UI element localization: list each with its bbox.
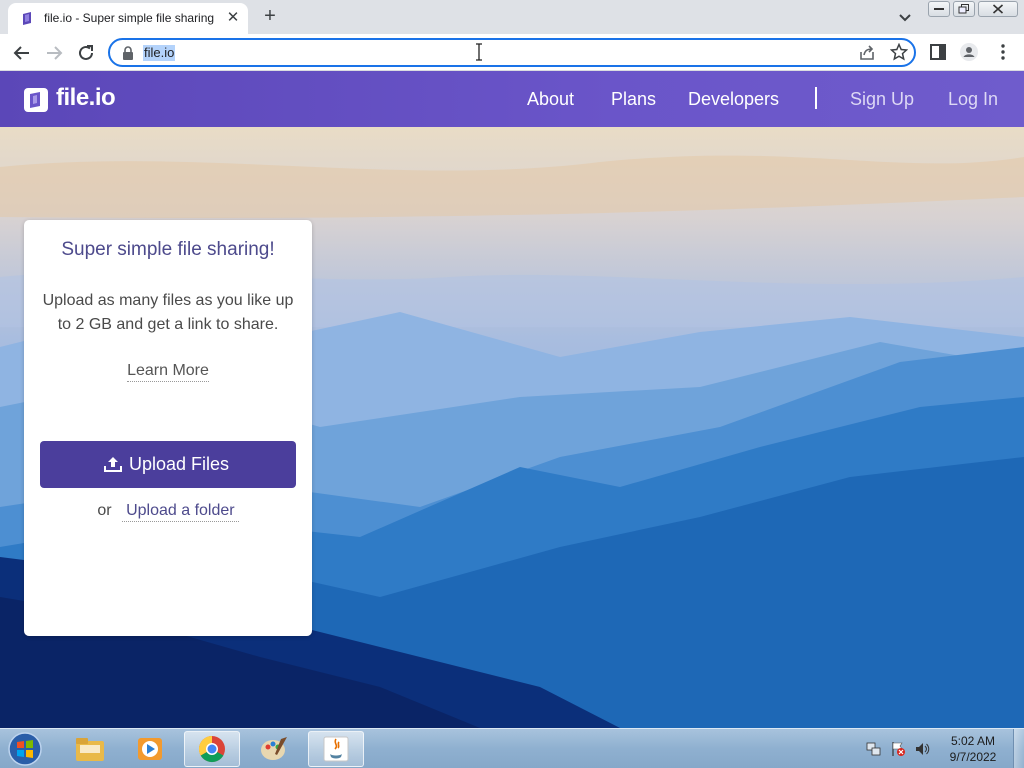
clock-time: 5:02 AM [950, 734, 996, 748]
taskbar-media-player[interactable] [122, 731, 178, 767]
url-text[interactable]: file.io [143, 45, 176, 61]
browser-tab-strip: file.io - Super simple file sharing ✕ + [0, 0, 1024, 34]
upload-folder-row: or Upload a folder [24, 502, 312, 522]
card-title: Super simple file sharing! [61, 239, 275, 260]
upload-files-button[interactable]: Upload Files [40, 441, 296, 488]
java-icon [323, 736, 349, 762]
nav-divider [815, 87, 817, 109]
paint-icon [261, 737, 287, 760]
nav-developers-link[interactable]: Developers [688, 89, 779, 110]
site-header: file.io About Plans Developers Sign Up L… [0, 71, 1024, 127]
learn-more-link[interactable]: Learn More [127, 362, 209, 382]
upload-card: Super simple file sharing! Upload as man… [24, 220, 312, 636]
windows-taskbar: 5:02 AM 9/7/2022 [0, 728, 1024, 768]
chrome-icon [198, 735, 225, 763]
show-desktop-button[interactable] [1013, 729, 1024, 768]
new-tab-button[interactable]: + [259, 4, 281, 28]
tab-title: file.io - Super simple file sharing [44, 11, 215, 25]
taskbar-chrome[interactable] [184, 731, 240, 767]
or-text: or [97, 502, 112, 519]
upload-folder-link[interactable]: Upload a folder [122, 502, 239, 522]
upload-files-label: Upload Files [129, 454, 230, 474]
reload-icon[interactable] [75, 42, 97, 64]
upload-icon [104, 457, 122, 472]
lock-icon[interactable] [122, 46, 134, 60]
text-cursor-icon [476, 43, 482, 61]
browser-tab-fileio[interactable]: file.io - Super simple file sharing ✕ [8, 3, 248, 34]
fileio-logo-icon[interactable] [24, 88, 48, 112]
back-arrow-icon[interactable] [11, 42, 33, 64]
action-center-flag-icon[interactable] [890, 741, 906, 757]
media-player-icon [138, 738, 162, 760]
fileio-favicon-icon [23, 12, 31, 25]
window-close-button[interactable] [978, 1, 1018, 17]
nav-login-link[interactable]: Log In [948, 89, 998, 110]
restore-button[interactable] [953, 1, 975, 17]
share-icon[interactable] [858, 44, 876, 62]
card-description: Upload as many files as you like up to 2… [42, 292, 294, 333]
menu-kebab-icon[interactable] [993, 42, 1013, 62]
page-viewport: file.io About Plans Developers Sign Up L… [0, 71, 1024, 728]
browser-toolbar: file.io [0, 34, 1024, 71]
side-panel-icon[interactable] [928, 42, 948, 62]
nav-plans-link[interactable]: Plans [611, 89, 656, 110]
learn-more-row: Learn More [24, 362, 312, 382]
volume-tray-icon[interactable] [914, 741, 930, 757]
nav-about-link[interactable]: About [527, 89, 574, 110]
bookmark-star-icon[interactable] [890, 43, 908, 61]
file-explorer-icon [76, 738, 104, 761]
windows-start-icon[interactable] [6, 731, 44, 767]
forward-arrow-icon[interactable] [43, 42, 65, 64]
clock-date: 9/7/2022 [949, 750, 997, 764]
network-tray-icon[interactable] [866, 741, 882, 757]
tab-search-chevron-icon[interactable] [895, 7, 915, 27]
site-logo-text[interactable]: file.io [56, 84, 116, 112]
taskbar-java[interactable] [308, 731, 364, 767]
nav-signup-link[interactable]: Sign Up [850, 89, 914, 110]
taskbar-explorer[interactable] [62, 731, 118, 767]
minimize-button[interactable] [928, 1, 950, 17]
profile-avatar-icon[interactable] [959, 42, 979, 62]
taskbar-paint[interactable] [246, 731, 302, 767]
address-bar[interactable]: file.io [108, 38, 916, 67]
system-clock[interactable]: 5:02 AM 9/7/2022 [940, 733, 1006, 765]
close-tab-icon[interactable]: ✕ [224, 9, 242, 27]
